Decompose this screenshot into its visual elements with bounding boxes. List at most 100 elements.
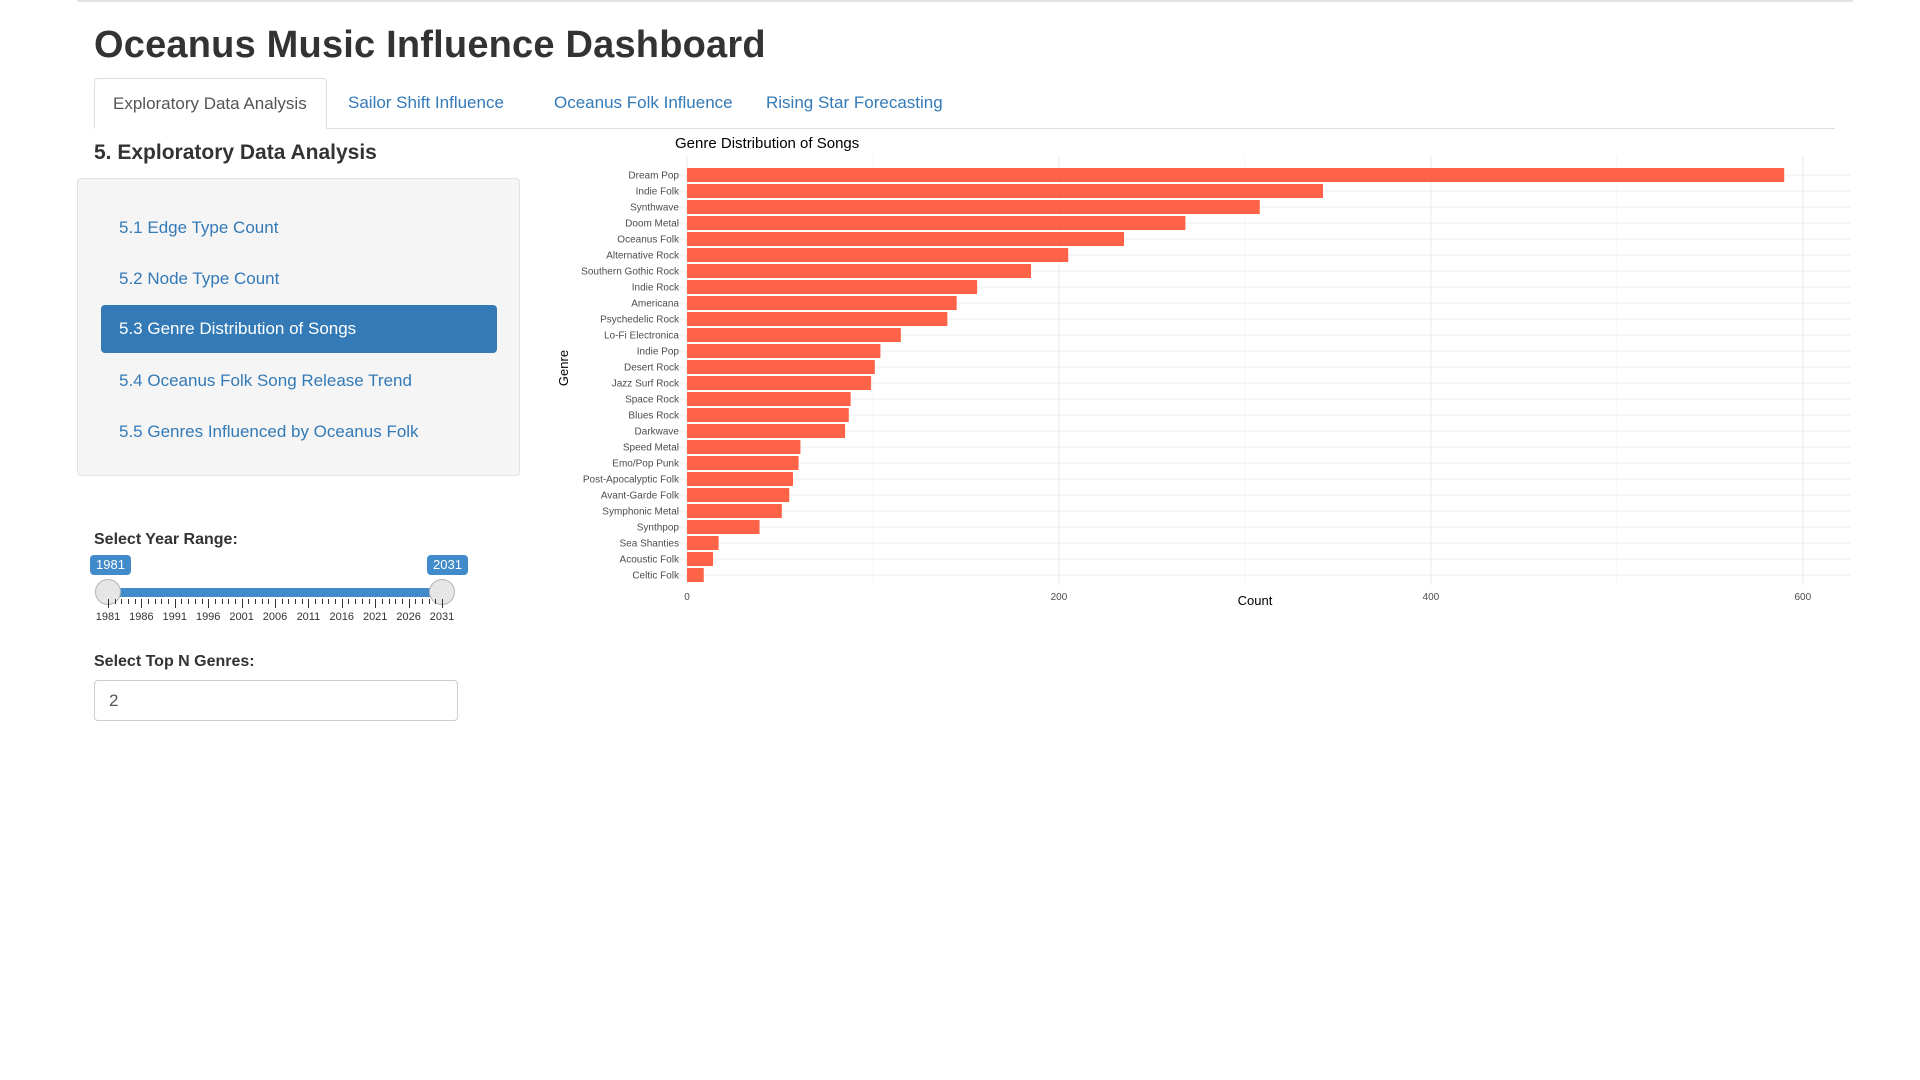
slider-tick-label: 1981 <box>95 611 121 623</box>
slider-minor-tick <box>395 599 397 604</box>
tab-sailor-shift-influence[interactable]: Sailor Shift Influence <box>330 78 522 128</box>
y-tick-label: Emo/Pop Punk <box>612 459 680 470</box>
y-tick-label: Oceanus Folk <box>617 235 680 246</box>
nav-item-genre-distribution[interactable]: 5.3 Genre Distribution of Songs <box>101 305 497 353</box>
bar-celtic-folk <box>687 568 704 582</box>
bar-blues-rock <box>687 408 849 422</box>
bar-lo-fi-electronica <box>687 328 901 342</box>
slider-minor-tick <box>201 599 203 604</box>
y-tick-label: Indie Folk <box>636 187 680 198</box>
nav-item-oceanus-folk-release-trend[interactable]: 5.4 Oceanus Folk Song Release Trend <box>101 357 497 405</box>
y-tick-label: Celtic Folk <box>632 571 680 582</box>
slider-tick-label: 2031 <box>429 611 455 623</box>
bar-dream-pop <box>687 168 1785 182</box>
slider-tick-label: 2021 <box>362 611 388 623</box>
y-tick-label: Acoustic Folk <box>620 555 680 566</box>
slider-tick-label: 2001 <box>229 611 254 623</box>
genre-distribution-chart: Genre Distribution of Songs Dream Pop Ind… <box>556 135 1850 608</box>
slider-minor-tick <box>168 599 170 604</box>
year-range-ticks <box>108 599 443 609</box>
bar-southern-gothic-rock <box>687 264 1032 278</box>
slider-minor-tick <box>194 599 196 604</box>
y-tick-label: Americana <box>631 299 679 310</box>
y-tick-label: Dream Pop <box>628 171 679 182</box>
top-n-input[interactable] <box>94 680 458 721</box>
slider-minor-tick <box>348 599 350 604</box>
slider-minor-tick <box>281 599 283 604</box>
y-tick-label: Symphonic Metal <box>602 507 679 518</box>
bar-psychedelic-rock <box>687 312 948 326</box>
slider-major-tick <box>108 599 109 608</box>
slider-minor-tick <box>254 599 256 604</box>
bar-alternative-rock <box>687 248 1069 262</box>
bar-avant-garde-folk <box>687 488 790 502</box>
slider-minor-tick <box>388 599 390 604</box>
slider-tick-label: 1996 <box>195 611 221 623</box>
tab-bar: Exploratory Data Analysis Sailor Shift I… <box>94 78 1835 129</box>
slider-major-tick <box>275 599 276 608</box>
y-tick-label: Synthwave <box>630 203 679 214</box>
slider-minor-tick <box>435 599 437 604</box>
y-tick-label: Southern Gothic Rock <box>581 267 680 278</box>
nav-item-node-type-count[interactable]: 5.2 Node Type Count <box>101 255 497 303</box>
bar-post-apocalyptic-folk <box>687 472 794 486</box>
slider-minor-tick <box>128 599 130 604</box>
y-tick-label: Indie Pop <box>637 347 680 358</box>
app-title: Oceanus Music Influence Dashboard <box>94 24 766 66</box>
slider-minor-tick <box>221 599 223 604</box>
slider-major-tick <box>208 599 210 608</box>
slider-minor-tick <box>315 599 317 604</box>
year-range-track[interactable] <box>108 588 442 597</box>
slider-minor-tick <box>421 599 423 604</box>
slider-minor-tick <box>181 599 183 604</box>
bar-indie-folk <box>687 184 1324 198</box>
slider-minor-tick <box>161 599 163 604</box>
tab-exploratory-data-analysis[interactable]: Exploratory Data Analysis <box>94 78 327 129</box>
bar-space-rock <box>687 392 851 406</box>
bar-oceanus-folk <box>687 232 1125 246</box>
bar-jazz-surf-rock <box>687 376 872 390</box>
year-range-from-badge: 1981 <box>90 555 131 575</box>
slider-minor-tick <box>121 599 123 604</box>
chart-bars <box>687 168 1785 582</box>
bar-darkwave <box>687 424 846 438</box>
x-tick-label: 200 <box>1051 592 1068 603</box>
slider-minor-tick <box>321 599 323 604</box>
year-range-to-badge: 2031 <box>427 555 468 575</box>
bar-sea-shanties <box>687 536 719 550</box>
slider-minor-tick <box>234 599 236 604</box>
y-tick-label: Speed Metal <box>623 443 679 454</box>
slider-minor-tick <box>295 599 297 604</box>
year-range-slider[interactable]: 1981 2031 1981 1986 1991 1996 2001 2006 2011 20… <box>90 555 470 625</box>
slider-minor-tick <box>401 599 403 604</box>
bar-synthwave <box>687 200 1260 214</box>
year-range-label: Select Year Range: <box>94 531 238 548</box>
slider-minor-tick <box>328 599 330 604</box>
slider-tick-label: 2026 <box>396 611 421 623</box>
x-axis-label: Count <box>1238 593 1273 608</box>
slider-minor-tick <box>148 599 150 604</box>
nav-item-genres-influenced[interactable]: 5.5 Genres Influenced by Oceanus Folk <box>101 408 497 456</box>
bar-indie-pop <box>687 344 881 358</box>
slider-tick-label: 1986 <box>129 611 154 623</box>
tab-oceanus-folk-influence[interactable]: Oceanus Folk Influence <box>536 78 751 128</box>
slider-minor-tick <box>261 599 263 604</box>
nav-item-edge-type-count[interactable]: 5.1 Edge Type Count <box>101 204 497 252</box>
slider-minor-tick <box>134 599 136 604</box>
y-tick-label: Alternative Rock <box>606 251 680 262</box>
slider-minor-tick <box>335 599 337 604</box>
bar-desert-rock <box>687 360 875 374</box>
tab-rising-star-forecasting[interactable]: Rising Star Forecasting <box>748 78 961 128</box>
slider-major-tick <box>341 599 343 608</box>
slider-minor-tick <box>214 599 216 604</box>
top-rule <box>77 0 1853 2</box>
slider-minor-tick <box>188 599 190 604</box>
bar-synthpop <box>687 520 760 534</box>
slider-tick-label: 2011 <box>296 611 321 623</box>
slider-minor-tick <box>428 599 430 604</box>
bar-speed-metal <box>687 440 801 454</box>
y-tick-label: Doom Metal <box>625 219 679 230</box>
slider-major-tick <box>375 599 377 608</box>
x-tick-label: 0 <box>684 592 690 603</box>
section-title: 5. Exploratory Data Analysis <box>94 141 377 164</box>
